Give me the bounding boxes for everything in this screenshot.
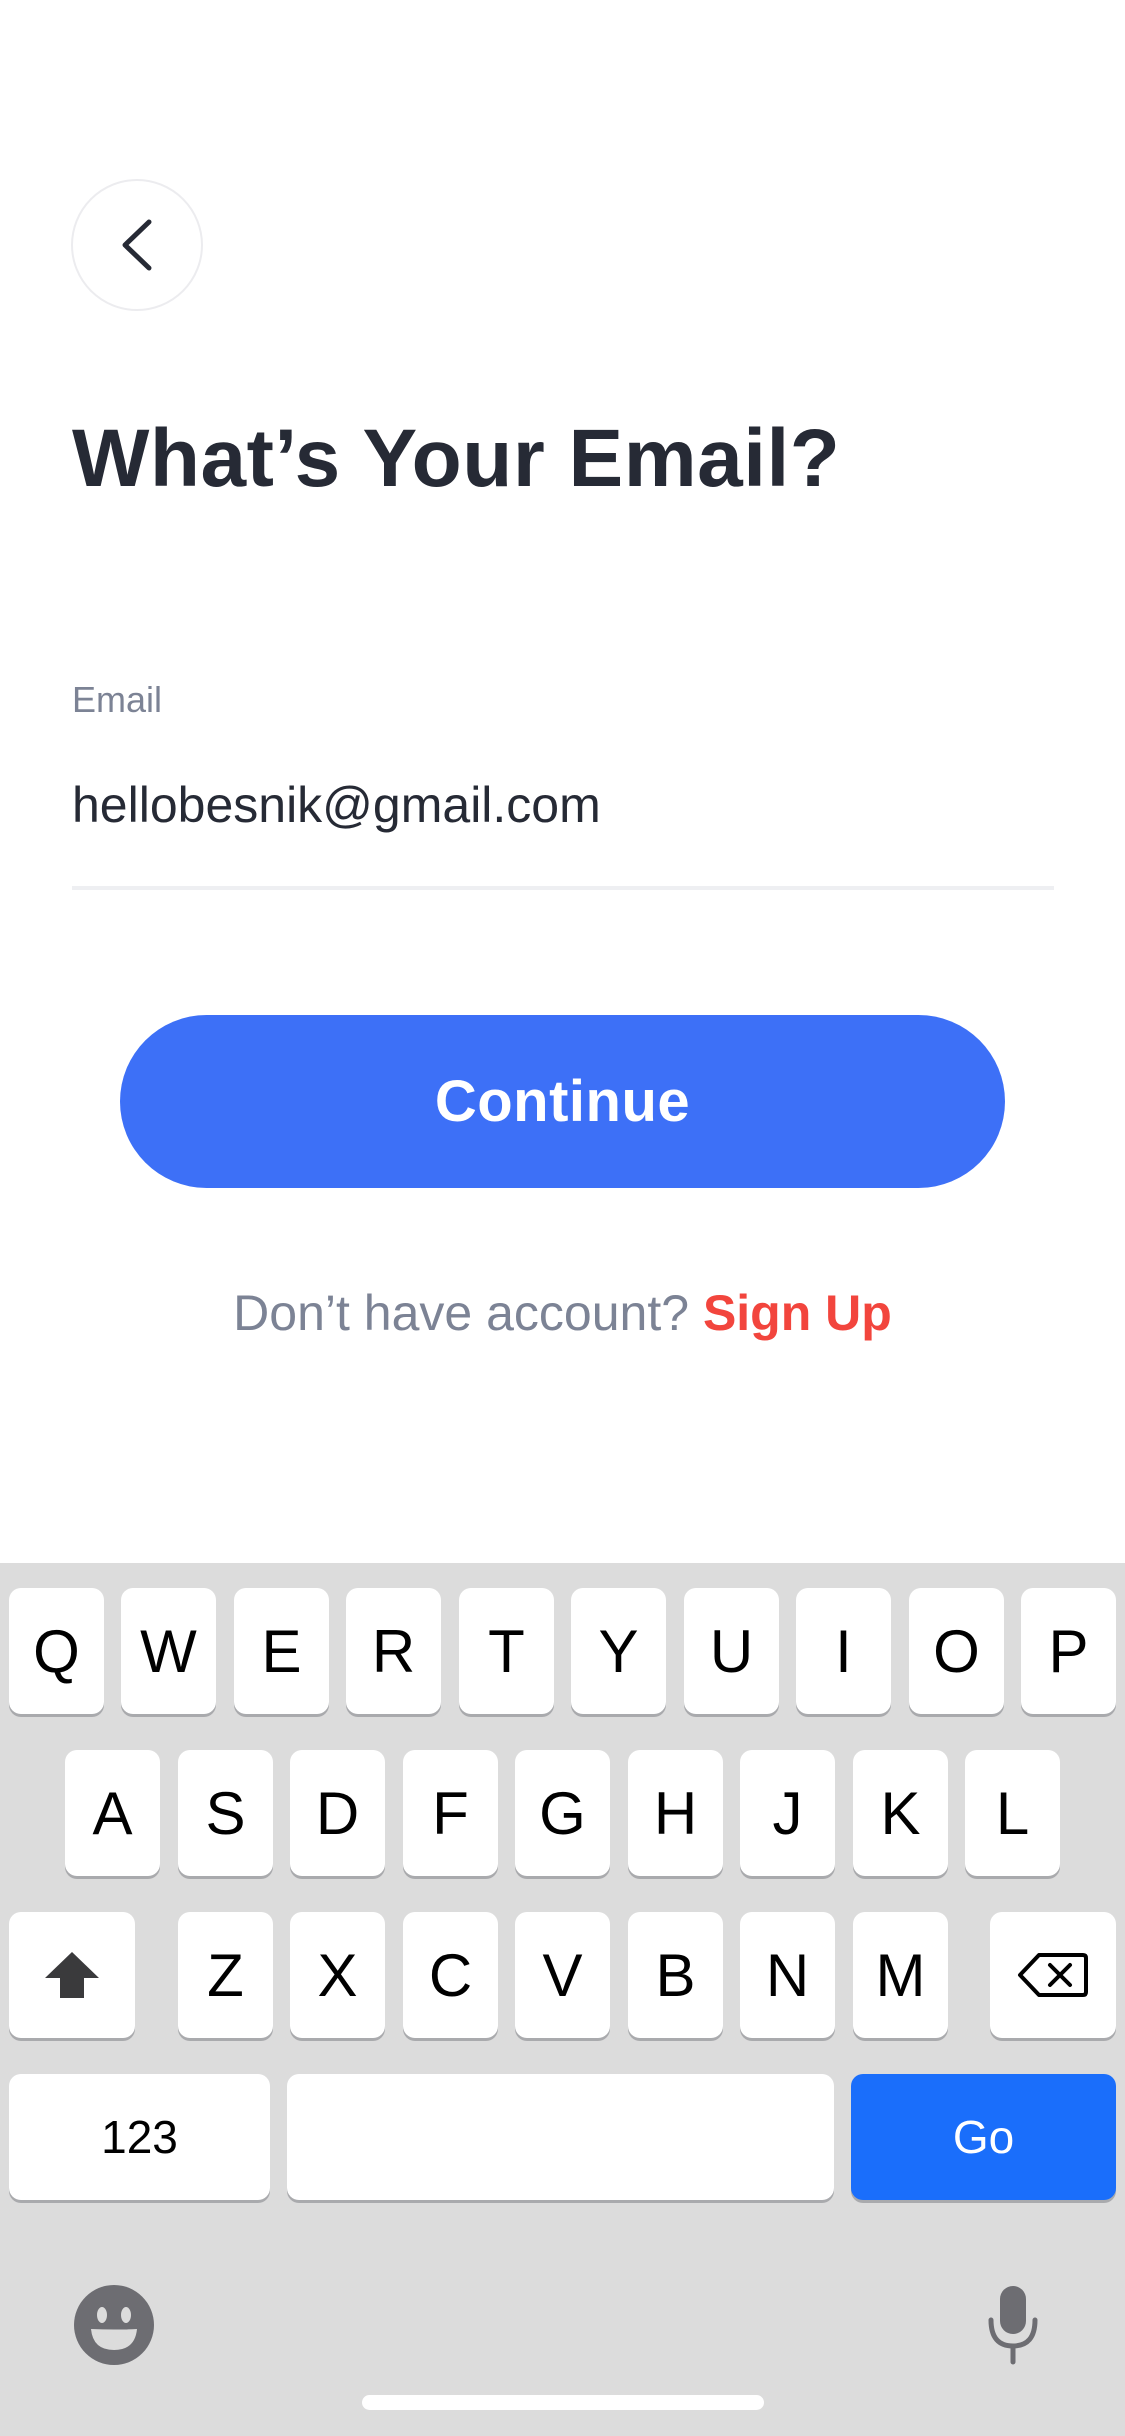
key-o[interactable]: O (909, 1588, 1004, 1714)
key-t[interactable]: T (459, 1588, 554, 1714)
home-indicator (362, 2395, 764, 2410)
key-n[interactable]: N (740, 1912, 835, 2038)
email-field[interactable] (72, 770, 1052, 840)
signup-prompt-text: Don’t have account? (233, 1285, 690, 1341)
key-l[interactable]: L (965, 1750, 1060, 1876)
key-z[interactable]: Z (178, 1912, 273, 2038)
chevron-left-icon (122, 219, 152, 271)
key-j[interactable]: J (740, 1750, 835, 1876)
key-c[interactable]: C (403, 1912, 498, 2038)
key-p[interactable]: P (1021, 1588, 1116, 1714)
emoji-button[interactable] (72, 2283, 156, 2367)
go-key[interactable]: Go (851, 2074, 1116, 2200)
key-s[interactable]: S (178, 1750, 273, 1876)
page-title: What’s Your Email? (72, 413, 841, 504)
shift-key[interactable] (9, 1912, 135, 2038)
key-a[interactable]: A (65, 1750, 160, 1876)
microphone-icon (988, 2286, 1038, 2365)
mic-button[interactable] (985, 2283, 1041, 2367)
key-x[interactable]: X (290, 1912, 385, 2038)
key-f[interactable]: F (403, 1750, 498, 1876)
signup-link[interactable]: Sign Up (703, 1285, 892, 1341)
back-button[interactable] (71, 179, 203, 311)
key-m[interactable]: M (853, 1912, 948, 2038)
email-screen: What’s Your Email? Email Continue Don’t … (0, 0, 1125, 2436)
key-q[interactable]: Q (9, 1588, 104, 1714)
key-b[interactable]: B (628, 1912, 723, 2038)
email-field-underline (72, 886, 1054, 890)
key-i[interactable]: I (796, 1588, 891, 1714)
key-k[interactable]: K (853, 1750, 948, 1876)
key-v[interactable]: V (515, 1912, 610, 2038)
emoji-icon (74, 2285, 154, 2365)
key-w[interactable]: W (121, 1588, 216, 1714)
key-d[interactable]: D (290, 1750, 385, 1876)
key-h[interactable]: H (628, 1750, 723, 1876)
space-key[interactable] (287, 2074, 834, 2200)
backspace-key[interactable] (990, 1912, 1116, 2038)
shift-icon (45, 1952, 99, 1998)
backspace-icon (1018, 1953, 1088, 1997)
key-e[interactable]: E (234, 1588, 329, 1714)
numbers-key[interactable]: 123 (9, 2074, 270, 2200)
email-label: Email (72, 679, 163, 720)
key-g[interactable]: G (515, 1750, 610, 1876)
key-y[interactable]: Y (571, 1588, 666, 1714)
continue-button[interactable]: Continue (120, 1015, 1005, 1188)
keyboard: Q W E R T Y U I O P A S D F G H J K L Z … (0, 1563, 1125, 2436)
key-r[interactable]: R (346, 1588, 441, 1714)
key-u[interactable]: U (684, 1588, 779, 1714)
signup-prompt-line: Don’t have account? Sign Up (0, 1283, 1125, 1343)
